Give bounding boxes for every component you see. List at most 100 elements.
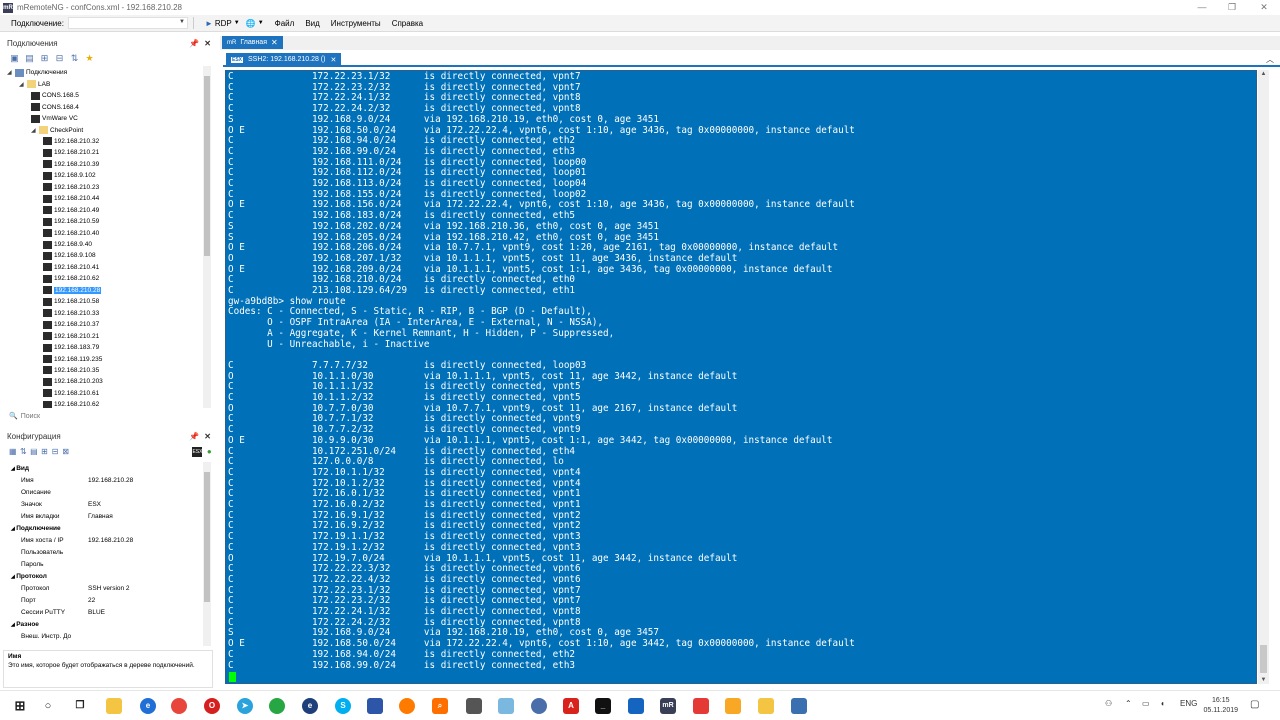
network-icon[interactable]: ▭ bbox=[1142, 699, 1150, 708]
property-value[interactable]: 192.168.210.28 bbox=[88, 537, 203, 544]
close-tab-icon[interactable]: ✕ bbox=[330, 56, 336, 64]
tree-item[interactable]: CONS.168.4 bbox=[31, 101, 79, 113]
property-value[interactable]: 22 bbox=[88, 597, 203, 604]
close-icon[interactable]: ✕ bbox=[204, 39, 211, 48]
search-icon[interactable]: ○ bbox=[40, 698, 56, 714]
chevron-down-icon[interactable]: ▼ bbox=[179, 19, 185, 25]
expand-chevron-icon[interactable]: ◢ bbox=[31, 127, 37, 134]
tree-item[interactable]: 192.168.210.59 bbox=[43, 216, 99, 228]
scroll-up-icon[interactable]: ▲ bbox=[1258, 71, 1269, 77]
property-row[interactable]: Внеш. Инстр. До bbox=[3, 630, 203, 642]
globe-dropdown[interactable]: 🌐 ▼ bbox=[246, 19, 264, 28]
search-app-icon[interactable]: ⌕ bbox=[432, 698, 448, 714]
maximize-button[interactable]: ❐ bbox=[1218, 0, 1246, 15]
tree-item[interactable]: ◢ CheckPoint bbox=[31, 124, 83, 136]
tree-item[interactable]: 192.168.210.35 bbox=[43, 365, 99, 377]
app5-icon[interactable] bbox=[725, 698, 741, 714]
app3-icon[interactable] bbox=[628, 698, 644, 714]
tree-item[interactable]: 192.168.210.58 bbox=[43, 296, 99, 308]
tree-scrollbar-thumb[interactable] bbox=[204, 76, 210, 256]
expand-chevron-icon[interactable]: ◢ bbox=[19, 81, 25, 88]
property-row[interactable]: Описание bbox=[3, 486, 203, 498]
chrome-icon[interactable] bbox=[171, 698, 187, 714]
tree-item[interactable]: 192.168.9.108 bbox=[43, 250, 96, 262]
expand-chevron-icon[interactable]: ◢ bbox=[7, 69, 13, 76]
scroll-down-icon[interactable]: ▼ bbox=[1258, 677, 1269, 683]
notifications-icon[interactable]: ▢ bbox=[1250, 699, 1259, 710]
new-folder-icon[interactable]: ▤ bbox=[24, 53, 35, 64]
property-value[interactable]: ESX bbox=[88, 501, 203, 508]
property-value[interactable]: SSH version 2 bbox=[88, 585, 203, 592]
terminal-scrollbar[interactable]: ▲ ▼ bbox=[1258, 70, 1269, 684]
property-value[interactable]: BLUE bbox=[88, 609, 203, 616]
property-row[interactable]: Пользователь bbox=[3, 546, 203, 558]
app6-icon[interactable] bbox=[791, 698, 807, 714]
connect-input[interactable]: ▼ bbox=[67, 17, 188, 29]
tree-scrollbar[interactable] bbox=[203, 66, 211, 408]
property-row[interactable]: Протокол SSH version 2 bbox=[3, 582, 203, 594]
tree-item[interactable]: 192.168.210.39 bbox=[43, 159, 99, 171]
tree-item[interactable]: 192.168.210.21 bbox=[43, 147, 99, 159]
minimize-button[interactable]: — bbox=[1188, 0, 1216, 15]
property-row[interactable]: Имя 192.168.210.28 bbox=[3, 474, 203, 486]
default-props-icon[interactable]: ⊟ bbox=[51, 447, 59, 457]
whatsapp-icon[interactable] bbox=[269, 698, 285, 714]
menu-help[interactable]: Справка bbox=[392, 19, 423, 28]
tree-item[interactable]: 192.168.210.44 bbox=[43, 193, 99, 205]
sort-icon[interactable]: ⇅ bbox=[69, 53, 80, 64]
property-row[interactable]: Имя вкладки Главная bbox=[3, 510, 203, 522]
close-button[interactable]: ✕ bbox=[1250, 0, 1278, 15]
properties-icon[interactable]: ▤ bbox=[30, 447, 38, 457]
property-row[interactable]: Значок ESX bbox=[3, 498, 203, 510]
props-scrollbar-thumb[interactable] bbox=[204, 472, 210, 602]
tree-item[interactable]: 192.168.210.33 bbox=[43, 307, 99, 319]
mremoteng-taskbar-icon[interactable]: mR bbox=[660, 698, 676, 714]
tree-item[interactable]: VmWare VC bbox=[31, 113, 78, 125]
app-icon[interactable] bbox=[367, 698, 383, 714]
menu-tools[interactable]: Инструменты bbox=[331, 19, 381, 28]
default-inheritance-icon[interactable]: ⊠ bbox=[62, 447, 70, 457]
tree-item[interactable]: 192.168.210.40 bbox=[43, 227, 99, 239]
tree-item[interactable]: 192.168.119.235 bbox=[43, 353, 102, 365]
tree-item[interactable]: 192.168.210.61 bbox=[43, 388, 99, 400]
tree-item[interactable]: 192.168.210.41 bbox=[43, 262, 99, 274]
property-row[interactable]: Пароль bbox=[3, 558, 203, 570]
menu-file[interactable]: Файл bbox=[275, 19, 295, 28]
people-icon[interactable]: ⚇ bbox=[1105, 699, 1112, 708]
property-row[interactable]: Имя хоста / IP 192.168.210.28 bbox=[3, 534, 203, 546]
close-tab-icon[interactable]: ✕ bbox=[271, 38, 278, 47]
ssh-terminal[interactable]: C 172.22.23.1/32 is directly connected, … bbox=[225, 70, 1257, 684]
pin-icon[interactable]: 📌 bbox=[189, 39, 199, 48]
inheritance-icon[interactable]: ⊞ bbox=[41, 447, 49, 457]
explorer-icon[interactable] bbox=[106, 698, 122, 714]
props-scrollbar[interactable] bbox=[203, 462, 211, 646]
tools-icon[interactable] bbox=[466, 698, 482, 714]
tree-item[interactable]: ◢ LAB bbox=[19, 78, 50, 90]
firefox-icon[interactable] bbox=[399, 698, 415, 714]
categorized-icon[interactable]: ▦ bbox=[9, 447, 17, 457]
language-indicator[interactable]: ENG bbox=[1180, 699, 1197, 708]
alphabetical-icon[interactable]: ⇅ bbox=[20, 447, 28, 457]
tree-item[interactable]: 192.168.210.62 bbox=[43, 273, 99, 285]
property-value[interactable]: 192.168.210.28 bbox=[88, 477, 203, 484]
tab-ssh-session[interactable]: ESX SSH2: 192.168.210.28 () ✕ bbox=[226, 53, 342, 66]
volume-icon[interactable]: ◖ bbox=[1160, 699, 1165, 708]
tree-item[interactable]: 192.168.210.23 bbox=[43, 182, 99, 194]
chevron-up-icon[interactable]: ︿ bbox=[1266, 54, 1274, 65]
new-connection-icon[interactable]: ▣ bbox=[9, 53, 20, 64]
skype-icon[interactable]: S bbox=[335, 698, 351, 714]
telegram-icon[interactable]: ➤ bbox=[237, 698, 253, 714]
property-row[interactable]: Сессии PuTTY BLUE bbox=[3, 606, 203, 618]
property-category[interactable]: Вид bbox=[3, 462, 203, 474]
expand-all-icon[interactable]: ⊞ bbox=[39, 53, 50, 64]
app2-icon[interactable] bbox=[531, 698, 547, 714]
tree-item[interactable]: 192.168.210.49 bbox=[43, 204, 99, 216]
property-category[interactable]: Подключение bbox=[3, 522, 203, 534]
tree-item[interactable]: CONS.168.5 bbox=[31, 90, 79, 102]
favorites-icon[interactable]: ★ bbox=[84, 53, 95, 64]
tab-main[interactable]: mR Главная ✕ bbox=[222, 36, 283, 49]
acrobat-icon[interactable]: A bbox=[563, 698, 579, 714]
tree-item[interactable]: 192.168.183.79 bbox=[43, 342, 99, 354]
notepad-icon[interactable] bbox=[498, 698, 514, 714]
property-row[interactable]: Порт 22 bbox=[3, 594, 203, 606]
